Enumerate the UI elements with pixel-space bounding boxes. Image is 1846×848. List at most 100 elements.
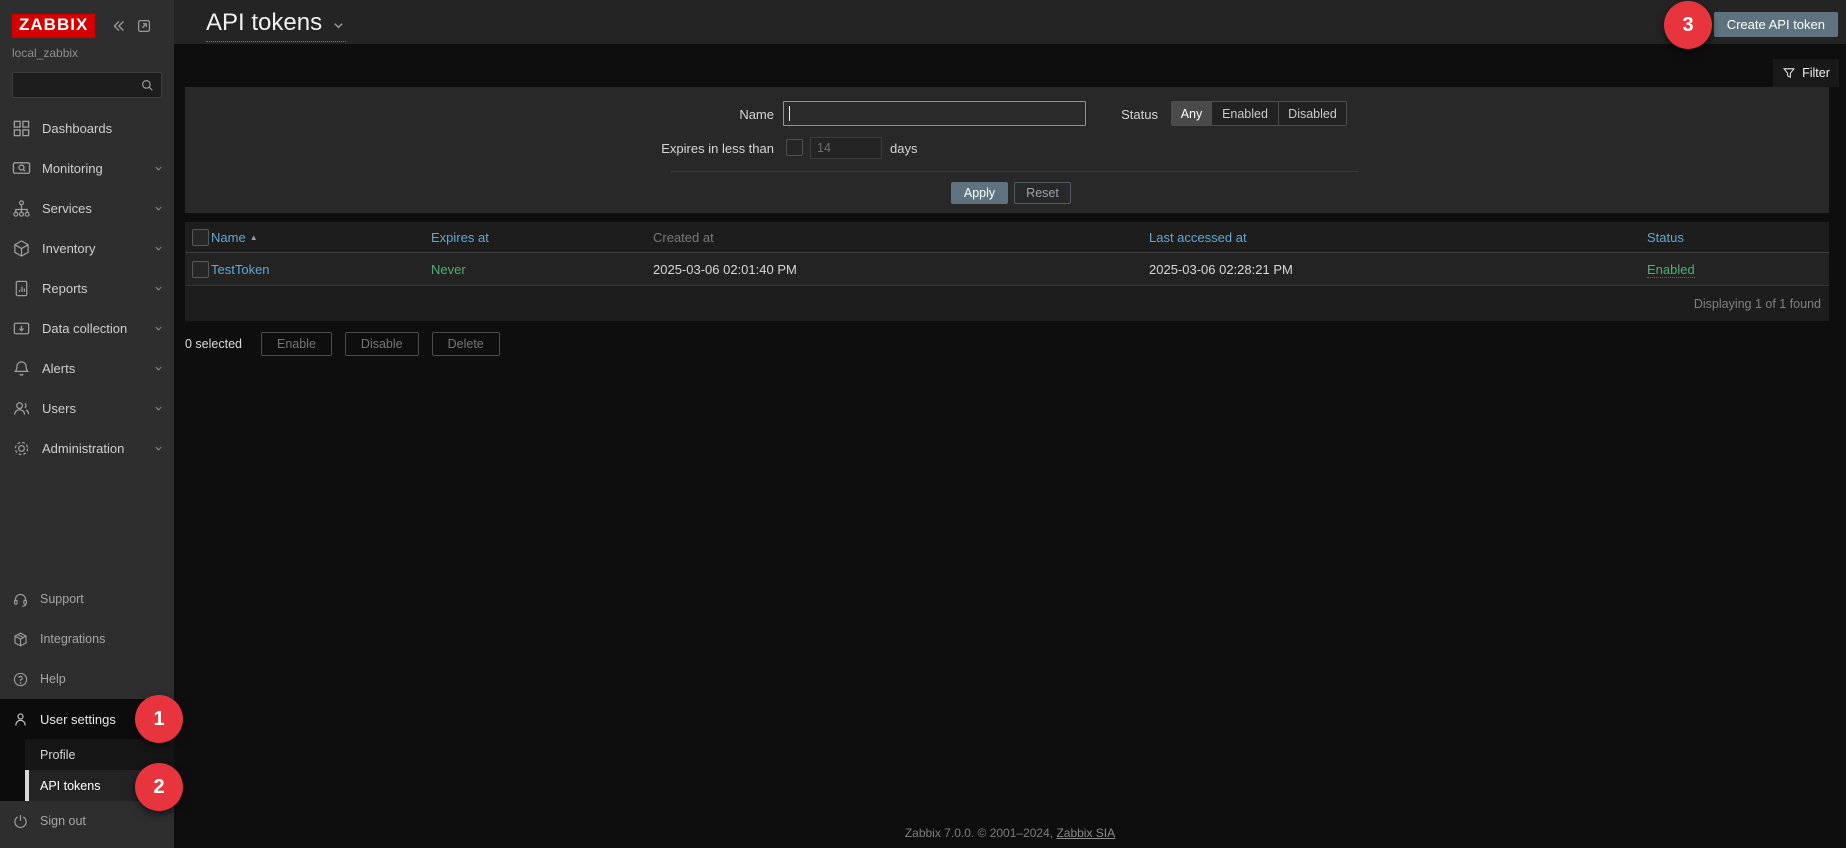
sidebar-item-monitoring[interactable]: Monitoring	[0, 148, 174, 188]
token-last-accessed-at: 2025-03-06 02:28:21 PM	[1149, 261, 1293, 277]
inventory-icon	[12, 239, 31, 258]
name-filter-label: Name	[739, 107, 774, 122]
select-all-checkbox[interactable]	[192, 228, 209, 246]
token-created-at: 2025-03-06 02:01:40 PM	[653, 261, 797, 277]
filter-divider	[671, 171, 1359, 172]
sidebar-item-label: Integrations	[40, 632, 106, 646]
dashboards-icon	[12, 119, 31, 138]
zabbix-sia-link[interactable]: Zabbix SIA	[1056, 826, 1115, 840]
server-name: local_zabbix	[12, 46, 79, 60]
expires-filter-checkbox[interactable]	[786, 139, 803, 156]
sidebar-search[interactable]	[12, 72, 162, 98]
filter-icon	[1783, 68, 1796, 79]
sidebar-item-data-collection[interactable]: Data collection	[0, 308, 174, 348]
reports-icon	[12, 279, 31, 298]
zabbix-logo[interactable]: ZABBIX	[12, 14, 96, 38]
sign-out-icon	[12, 813, 29, 830]
chevron-down-icon	[153, 363, 164, 374]
chevron-down-icon	[153, 283, 164, 294]
sidebar-item-label: Reports	[42, 280, 88, 296]
selected-count: 0 selected	[185, 337, 242, 351]
chevron-down-icon	[153, 403, 164, 414]
hide-sidebar-icon[interactable]	[135, 17, 153, 35]
sidebar-item-label: Administration	[42, 440, 125, 456]
column-header-name[interactable]: Name	[211, 230, 246, 245]
sidebar-item-services[interactable]: Services	[0, 188, 174, 228]
name-filter-input[interactable]	[783, 101, 1086, 126]
page-title-menu[interactable]: API tokens	[206, 9, 347, 42]
sidebar-item-label: Profile	[40, 747, 76, 762]
logo-row: ZABBIX	[0, 0, 174, 38]
step-badge-1: 1	[135, 695, 183, 743]
delete-button[interactable]: Delete	[431, 332, 500, 356]
api-tokens-table: Name ▲ Expires at Created at Last accesse…	[185, 222, 1829, 321]
status-filter-label: Status	[1121, 107, 1158, 122]
token-name-link[interactable]: TestToken	[211, 262, 270, 277]
sidebar-item-integrations[interactable]: Integrations	[0, 619, 174, 659]
administration-icon	[12, 439, 31, 458]
filter-panel: Name Status Any Enabled Disabled Expires…	[185, 87, 1829, 213]
chevron-down-icon	[153, 203, 164, 214]
table-row: TestToken Never 2025-03-06 02:01:40 PM 2…	[185, 253, 1829, 286]
sidebar-item-inventory[interactable]: Inventory	[0, 228, 174, 268]
search-icon[interactable]	[140, 78, 155, 93]
chevron-down-icon	[153, 163, 164, 174]
users-icon	[12, 399, 31, 418]
sidebar-item-label: Users	[42, 400, 76, 416]
column-header-last-accessed-at[interactable]: Last accessed at	[1149, 230, 1247, 245]
chevron-down-icon	[334, 22, 343, 28]
sidebar-item-label: Data collection	[42, 320, 128, 336]
sidebar-item-label: User settings	[40, 711, 116, 727]
status-option-disabled[interactable]: Disabled	[1279, 102, 1346, 125]
chevron-down-icon	[153, 243, 164, 254]
bulk-action-bar: 0 selected Enable Disable Delete	[185, 332, 513, 356]
sidebar-item-administration[interactable]: Administration	[0, 428, 174, 468]
collapse-sidebar-icon[interactable]	[109, 17, 127, 35]
status-option-any[interactable]: Any	[1172, 102, 1212, 125]
column-header-created-at: Created at	[653, 229, 714, 245]
chevron-down-icon	[153, 323, 164, 334]
table-header-row: Name ▲ Expires at Created at Last accesse…	[185, 222, 1829, 253]
expires-days-input[interactable]: 14	[810, 137, 882, 159]
sort-ascending-icon: ▲	[249, 232, 258, 242]
filter-tab-label: Filter	[1802, 66, 1830, 80]
sidebar-item-support[interactable]: Support	[0, 579, 174, 619]
enable-button[interactable]: Enable	[260, 332, 332, 356]
main-menu: Dashboards Monitoring Services Inventory…	[0, 108, 174, 468]
sidebar-item-alerts[interactable]: Alerts	[0, 348, 174, 388]
page-header: API tokens Create API token	[174, 0, 1846, 44]
step-badge-3: 3	[1664, 1, 1712, 49]
monitoring-icon	[12, 159, 31, 178]
disable-button[interactable]: Disable	[344, 332, 419, 356]
active-indicator	[25, 770, 29, 801]
user-settings-icon	[12, 711, 29, 728]
help-icon	[12, 671, 29, 688]
sidebar-item-help[interactable]: Help	[0, 659, 174, 699]
status-filter-segmented: Any Enabled Disabled	[1171, 101, 1347, 126]
data-collection-icon	[12, 319, 31, 338]
create-api-token-button[interactable]: Create API token	[1713, 12, 1838, 37]
sidebar-item-label: Services	[42, 200, 92, 216]
sidebar-item-label: Sign out	[40, 814, 86, 828]
secondary-menu: Support Integrations Help	[0, 579, 174, 699]
sidebar-item-label: API tokens	[40, 778, 101, 793]
apply-button[interactable]: Apply	[951, 182, 1008, 204]
token-status-toggle[interactable]: Enabled	[1647, 261, 1695, 278]
sidebar-item-users[interactable]: Users	[0, 388, 174, 428]
sidebar-item-reports[interactable]: Reports	[0, 268, 174, 308]
footer-version-text: Zabbix 7.0.0. © 2001–2024,	[904, 826, 1057, 840]
sidebar-item-label: Monitoring	[42, 160, 103, 176]
token-expires-at: Never	[431, 261, 466, 277]
row-checkbox[interactable]	[192, 260, 209, 278]
sidebar-item-dashboards[interactable]: Dashboards	[0, 108, 174, 148]
page-footer: Zabbix 7.0.0. © 2001–2024, Zabbix SIA	[174, 826, 1846, 840]
sidebar-item-label: Help	[40, 672, 66, 686]
status-option-enabled[interactable]: Enabled	[1212, 102, 1279, 125]
reset-button[interactable]: Reset	[1014, 182, 1071, 204]
column-header-expires-at[interactable]: Expires at	[431, 230, 489, 245]
search-input[interactable]	[13, 78, 140, 92]
table-summary: Displaying 1 of 1 found	[1693, 296, 1821, 311]
support-icon	[12, 591, 29, 608]
filter-tab[interactable]: Filter	[1773, 59, 1839, 87]
column-header-status[interactable]: Status	[1647, 230, 1684, 245]
